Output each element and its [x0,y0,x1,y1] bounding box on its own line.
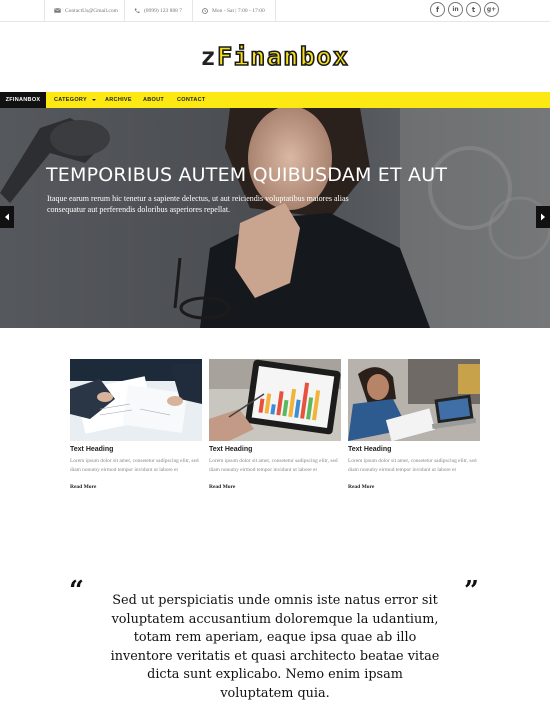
nav-item-label: CONTACT [177,97,206,103]
logo-prefix: z [200,42,218,71]
hero-photo [0,108,550,328]
hero-slider: TEMPORIBUS AUTEM QUIBUSDAM ET AUT Itaque… [0,108,550,328]
card-heading: Text Heading [209,446,253,453]
facebook-icon[interactable]: f [430,2,445,17]
slider-next-button[interactable] [536,206,550,228]
social-links: f in t g+ [430,2,499,17]
hero-title: TEMPORIBUS AUTEM QUIBUSDAM ET AUT [46,164,448,186]
nav-item-contact[interactable]: CONTACT [177,92,206,108]
chevron-right-icon [541,213,545,221]
nav-item-label: CATEGORY [54,97,87,103]
read-more-link[interactable]: Read More [209,484,235,490]
hero-text: Itaque earum rerum hic tenetur a sapient… [47,194,349,214]
phone-text: (8999) 123 888 7 [144,7,183,14]
envelope-icon [54,8,61,13]
read-more-link[interactable]: Read More [348,484,374,490]
card-heading: Text Heading [348,446,392,453]
card-image-tablet-chart[interactable] [209,359,341,441]
open-quote-icon: “ [69,576,84,606]
logo-wordmark: Finanbox [216,41,350,72]
testimonial-quote: Sed ut perspiciatis unde omnis iste natu… [110,593,440,701]
top-bar: ContactUs@Gmail.com (8999) 123 888 7 Mon… [0,0,550,22]
clock-icon [202,7,208,14]
nav-item-label: ABOUT [143,97,165,103]
contact-phone[interactable]: (8999) 123 888 7 [124,0,192,21]
nav-item-label: ARCHIVE [105,97,132,103]
google-plus-icon[interactable]: g+ [484,2,499,17]
article-card: Text Heading Lorem ipsum dolor sit amet,… [70,359,202,493]
slider-prev-button[interactable] [0,206,14,228]
card-text: Lorem ipsum dolor sit amet, consetetur s… [209,458,338,474]
card-text: Lorem ipsum dolor sit amet, consetetur s… [70,458,199,474]
nav-item-about[interactable]: ABOUT [143,92,164,108]
close-quote-icon: ” [464,576,479,606]
site-logo[interactable]: zFinanbox [0,41,550,72]
card-image-woman-laptop[interactable] [348,359,480,441]
contact-email[interactable]: ContactUs@Gmail.com [44,0,124,21]
phone-icon [134,8,140,13]
email-text: ContactUs@Gmail.com [65,7,118,14]
article-card: Text Heading Lorem ipsum dolor sit amet,… [348,359,480,493]
nav-item-archive[interactable]: ARCHIVE [105,92,132,108]
hours-text: Mon - Sat | 7:00 - 17:00 [212,7,265,14]
article-card: Text Heading Lorem ipsum dolor sit amet,… [209,359,341,493]
nav-brand[interactable]: ZFINANBOX [0,92,46,108]
chevron-left-icon [5,213,9,221]
card-heading: Text Heading [70,446,114,453]
opening-hours: Mon - Sat | 7:00 - 17:00 [192,0,276,21]
card-image-meeting[interactable] [70,359,202,441]
main-nav: ZFINANBOX CATEGORY ARCHIVE ABOUT CONTACT [0,92,550,108]
nav-item-category[interactable]: CATEGORY [54,92,96,108]
read-more-link[interactable]: Read More [70,484,96,490]
linkedin-icon[interactable]: in [448,2,463,17]
chevron-down-icon [91,99,96,101]
card-text: Lorem ipsum dolor sit amet, consetetur s… [348,458,477,474]
twitter-icon[interactable]: t [466,2,481,17]
